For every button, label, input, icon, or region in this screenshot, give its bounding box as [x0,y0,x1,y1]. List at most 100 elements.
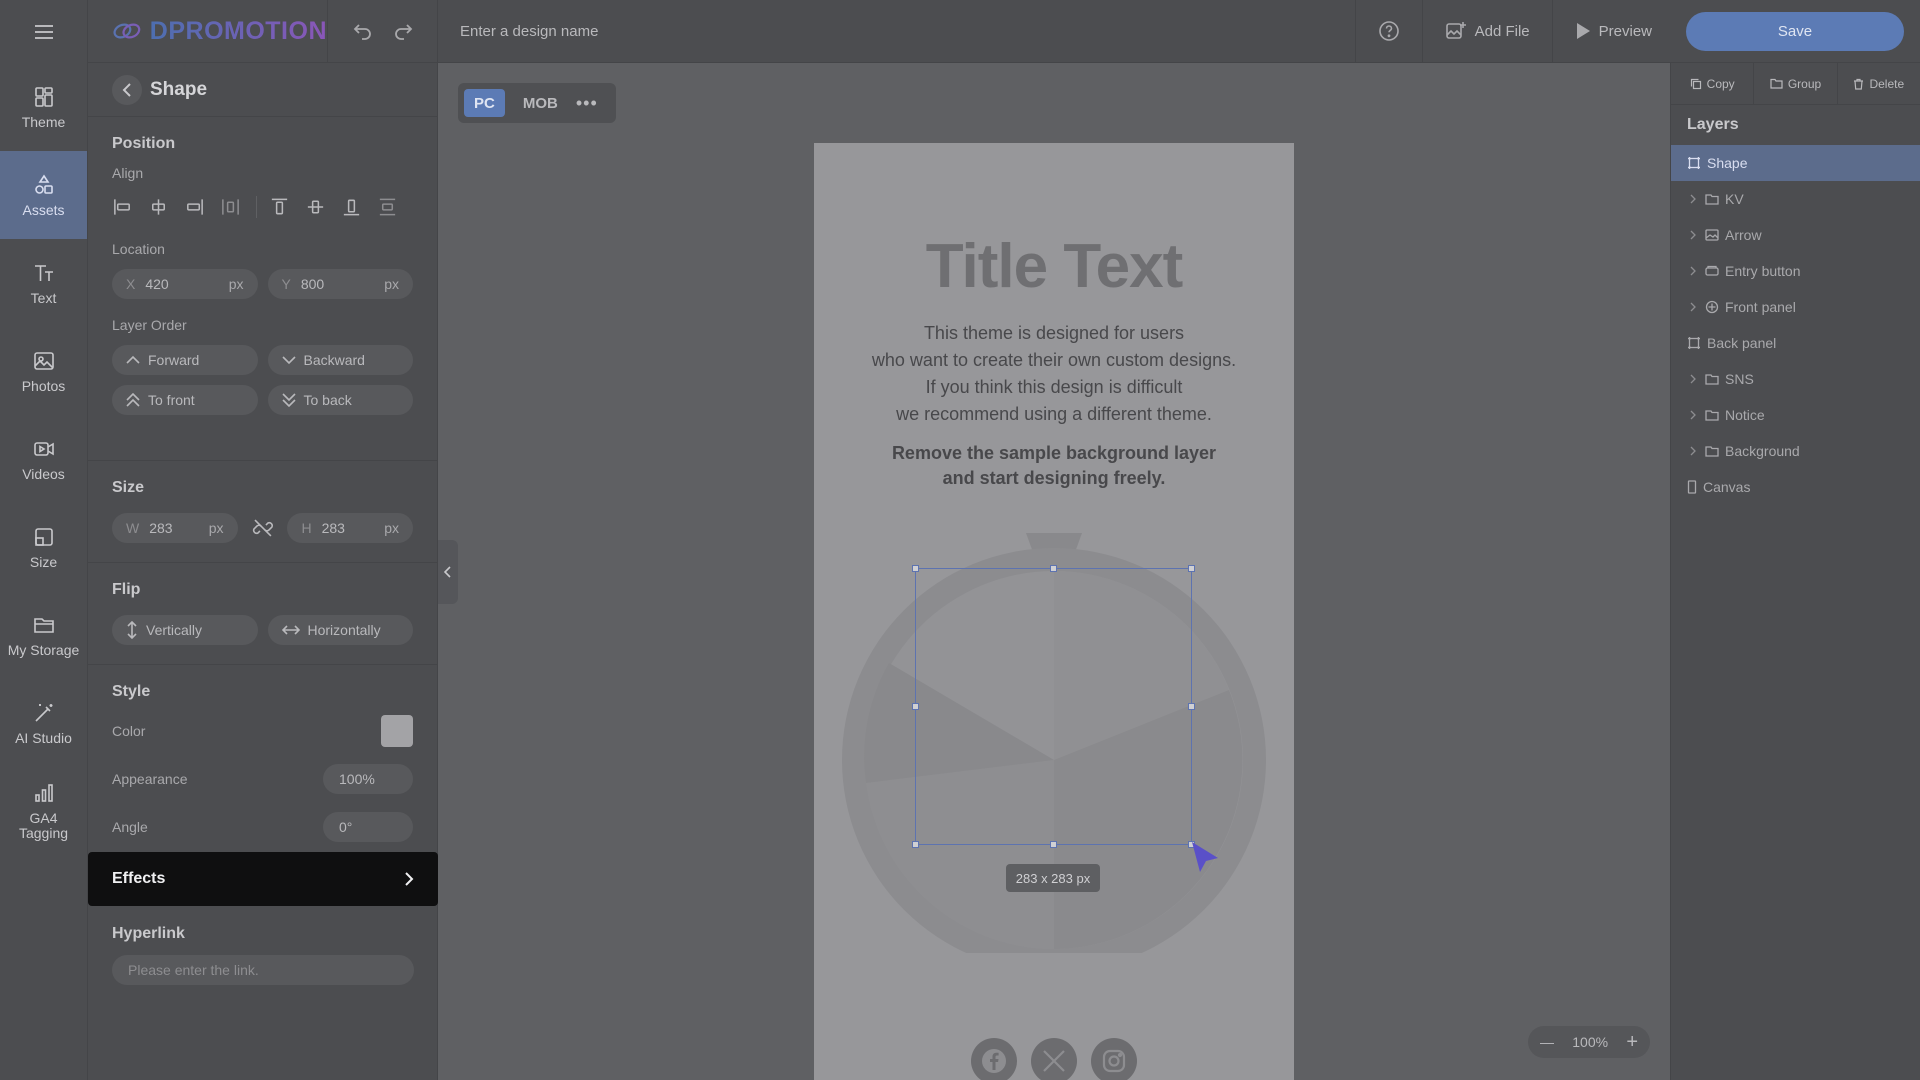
layer-item-background[interactable]: Background [1671,433,1920,469]
zoom-out-icon[interactable]: — [1540,1034,1554,1050]
to-front-button[interactable]: To front [112,385,258,415]
to-back-button[interactable]: To back [267,385,413,415]
chevron-right-icon[interactable] [1687,194,1699,204]
chevron-right-icon[interactable] [1687,230,1699,240]
facebook-icon[interactable] [971,1038,1017,1080]
selection-box[interactable] [915,568,1192,845]
x-twitter-icon[interactable] [1031,1038,1077,1080]
layer-name: KV [1725,191,1744,207]
help-button[interactable] [1354,0,1422,63]
artboard[interactable]: Title Text This theme is designed for us… [814,143,1294,1080]
layer-item-back-panel[interactable]: Back panel [1671,325,1920,361]
design-name-input[interactable]: Enter a design name [438,0,1355,63]
rail-item-ai-studio[interactable]: AI Studio [0,679,87,767]
copy-label: Copy [1706,76,1735,91]
chevron-right-icon[interactable] [1687,410,1699,420]
resize-handle[interactable] [912,841,919,848]
chevron-right-icon[interactable] [1687,374,1699,384]
artboard-bold-text[interactable]: Remove the sample background layer and s… [814,441,1294,491]
instagram-icon[interactable] [1091,1038,1137,1080]
distribute-horizontal-icon[interactable] [220,196,241,218]
tab-mob[interactable]: MOB [513,89,568,117]
resize-handle[interactable] [912,703,919,710]
layer-item-shape[interactable]: Shape [1671,145,1920,181]
color-swatch[interactable] [381,715,413,747]
x-field[interactable]: X 420 px [112,269,258,299]
layer-item-canvas[interactable]: Canvas [1671,469,1920,505]
layer-item-front-panel[interactable]: Front panel [1671,289,1920,325]
rail-label: Photos [21,377,66,394]
hyperlink-input[interactable]: Please enter the link. [112,955,414,985]
layer-item-entry-button[interactable]: Entry button [1671,253,1920,289]
logo-mark-icon [113,23,141,39]
back-button[interactable] [112,74,142,105]
redo-icon[interactable] [393,22,413,40]
location-label: Location [112,241,165,257]
delete-button[interactable]: Delete [1838,63,1920,105]
resize-handle[interactable] [1050,841,1057,848]
assets-icon [34,174,53,194]
collapse-panel-handle[interactable] [438,540,458,604]
resize-handle[interactable] [912,565,919,572]
artboard-body-text[interactable]: This theme is designed for users who wan… [814,320,1294,428]
resize-handle[interactable] [1188,703,1195,710]
rail-item-size[interactable]: Size [0,503,87,591]
chevron-right-icon[interactable] [1687,266,1699,276]
height-field[interactable]: H 283 px [287,513,413,543]
align-bottom-icon[interactable] [341,196,362,218]
rail-item-assets[interactable]: Assets [0,151,87,239]
flip-horizontal-button[interactable]: Horizontally [267,615,413,645]
chevron-right-icon[interactable] [1687,302,1699,312]
backward-button[interactable]: Backward [267,345,413,375]
copy-button[interactable]: Copy [1671,62,1755,105]
group-button[interactable]: Group [1754,62,1838,105]
add-file-button[interactable]: Add File [1421,0,1552,63]
resize-handle[interactable] [1188,565,1195,572]
more-icon[interactable]: ••• [576,93,598,114]
angle-input[interactable]: 0° [323,812,413,842]
width-field[interactable]: W 283 px [112,513,238,543]
chevron-right-icon[interactable] [1687,446,1699,456]
align-middle-icon[interactable] [305,196,326,218]
body-line: who want to create their own custom desi… [871,350,1237,370]
undo-icon[interactable] [353,22,373,40]
zoom-control: — 100% + [1528,1026,1650,1058]
distribute-vertical-icon[interactable] [377,196,398,218]
flip-vertical-button[interactable]: Vertically [112,615,258,645]
rail-item-photos[interactable]: Photos [0,327,87,415]
w-key: W [126,520,140,536]
rail-item-ga4-tagging[interactable]: GA4 Tagging [0,767,87,855]
align-left-icon[interactable] [112,196,133,218]
layer-item-kv[interactable]: KV [1671,181,1920,217]
chevron-right-icon [405,872,414,886]
help-icon [1378,21,1399,41]
save-button[interactable]: Save [1686,11,1904,51]
layer-item-sns[interactable]: SNS [1671,361,1920,397]
menu-button[interactable] [0,0,87,63]
artboard-title[interactable]: Title Text [814,231,1294,302]
resize-handle[interactable] [1050,565,1057,572]
folder-icon [1770,78,1783,89]
logo[interactable]: DPROMOTION [88,0,328,63]
forward-button[interactable]: Forward [112,345,258,375]
layer-item-arrow[interactable]: Arrow [1671,217,1920,253]
effects-button[interactable]: Effects [88,852,438,906]
y-field[interactable]: Y 800 px [267,269,413,299]
rail-item-theme[interactable]: Theme [0,63,87,151]
size-fields: W 283 px H 283 px [112,513,413,543]
preview-button[interactable]: Preview [1551,0,1674,63]
x-value: 420 [145,276,169,292]
zoom-in-icon[interactable]: + [1626,1031,1638,1054]
align-center-horizontal-icon[interactable] [148,196,169,218]
align-right-icon[interactable] [184,196,205,218]
rail-item-text[interactable]: Text [0,239,87,327]
layer-item-notice[interactable]: Notice [1671,397,1920,433]
align-top-icon[interactable] [269,196,290,218]
appearance-input[interactable]: 100% [323,764,413,794]
shape-icon [1688,337,1700,349]
unlink-ratio-icon[interactable] [248,513,278,543]
angle-row: Angle 0° [112,803,413,851]
tab-pc[interactable]: PC [464,89,505,117]
rail-item-videos[interactable]: Videos [0,415,87,503]
rail-item-my-storage[interactable]: My Storage [0,591,87,679]
